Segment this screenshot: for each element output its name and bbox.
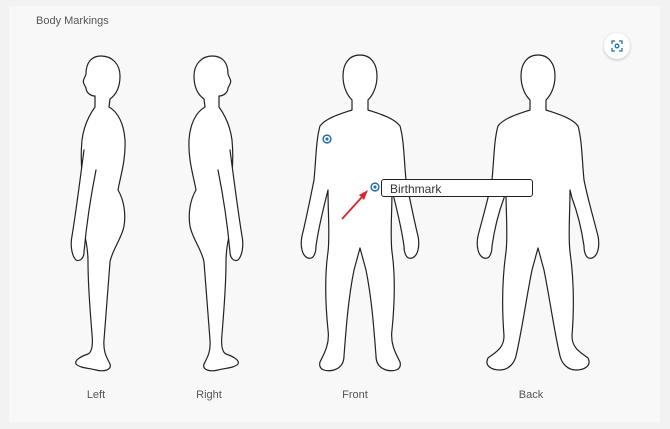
view-label-front: Front [342,389,368,401]
view-label-right: Right [196,389,222,401]
figure-front [300,54,420,372]
body-diagram[interactable] [0,0,670,429]
marking-note-input[interactable] [382,181,532,197]
marking-note-box[interactable] [381,179,533,197]
marking-marker-2[interactable] [370,182,380,192]
view-label-back: Back [518,389,544,401]
figure-back [476,54,600,371]
focus-button[interactable] [604,33,630,59]
view-label-left: Left [86,389,106,401]
marking-marker-1[interactable] [322,134,332,144]
focus-scan-icon [611,40,623,52]
